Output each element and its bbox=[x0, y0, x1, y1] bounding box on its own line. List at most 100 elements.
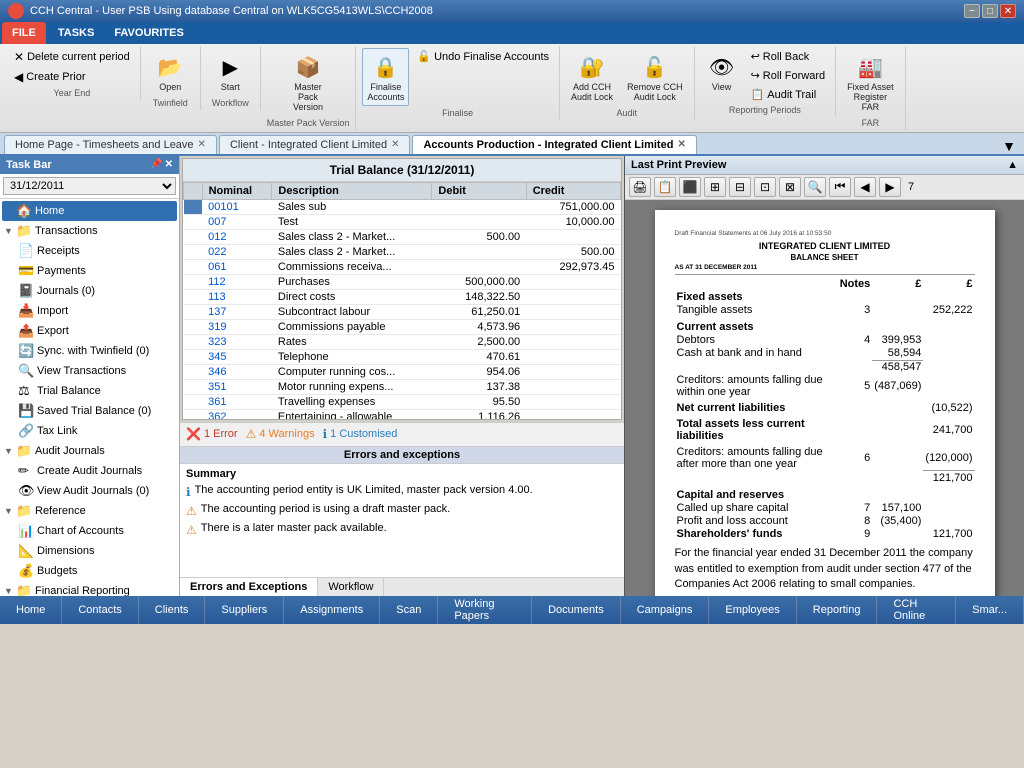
taskbar-cch-online[interactable]: CCH Online bbox=[877, 596, 956, 624]
nominal-link[interactable]: 061 bbox=[208, 261, 226, 273]
sidebar-item-view-transactions[interactable]: 🔍 View Transactions bbox=[16, 361, 177, 381]
description-cell: Sales class 2 - Market... bbox=[272, 244, 432, 259]
errors-tab-workflow[interactable]: Workflow bbox=[318, 578, 384, 596]
sidebar-item-payments[interactable]: 💳 Payments bbox=[16, 261, 177, 281]
tab-accounts-close[interactable]: ✕ bbox=[677, 139, 685, 150]
nominal-link[interactable]: 345 bbox=[208, 351, 226, 363]
preview-print-button[interactable]: 🖨 bbox=[629, 177, 651, 197]
table-row: 00101Sales sub751,000.00 bbox=[184, 199, 621, 214]
sidebar-item-create-audit[interactable]: ✏ Create Audit Journals bbox=[16, 461, 177, 481]
nominal-link[interactable]: 323 bbox=[208, 336, 226, 348]
preview-prev-page-button[interactable]: ◀ bbox=[854, 177, 876, 197]
sidebar-item-tax-link[interactable]: 🔗 Tax Link bbox=[16, 421, 177, 441]
nominal-link[interactable]: 112 bbox=[208, 276, 226, 288]
tab-home-timesheets[interactable]: Home Page - Timesheets and Leave ✕ bbox=[4, 135, 217, 154]
tab-home-close[interactable]: ✕ bbox=[198, 139, 206, 150]
sidebar-item-receipts[interactable]: 📄 Receipts bbox=[16, 241, 177, 261]
sidebar-item-audit-journals[interactable]: ▼ 📁 Audit Journals bbox=[2, 441, 177, 461]
finalise-accounts-button[interactable]: 🔒 FinaliseAccounts bbox=[362, 48, 409, 106]
taskbar-home[interactable]: Home bbox=[0, 596, 62, 624]
taskbar-reporting[interactable]: Reporting bbox=[797, 596, 878, 624]
preview-tool-btn-6[interactable]: ⊡ bbox=[754, 177, 776, 197]
menu-favourites[interactable]: FAVOURITES bbox=[104, 22, 193, 44]
preview-tool-btn-3[interactable]: ⬛ bbox=[679, 177, 701, 197]
sidebar-item-transactions[interactable]: ▼ 📁 Transactions bbox=[2, 221, 177, 241]
taskbar-contacts[interactable]: Contacts bbox=[62, 596, 138, 624]
sidebar-item-view-audit[interactable]: 👁 View Audit Journals (0) bbox=[16, 481, 177, 501]
menu-file[interactable]: FILE bbox=[2, 22, 46, 44]
tab-client[interactable]: Client - Integrated Client Limited ✕ bbox=[219, 135, 411, 154]
window-controls[interactable]: − □ ✕ bbox=[964, 4, 1016, 18]
taskbar-assignments[interactable]: Assignments bbox=[284, 596, 380, 624]
far-button[interactable]: 🏭 Fixed AssetRegisterFAR bbox=[842, 48, 899, 116]
nominal-link[interactable]: 137 bbox=[208, 306, 226, 318]
nominal-link[interactable]: 351 bbox=[208, 381, 226, 393]
warning-status: ⚠ 4 Warnings bbox=[246, 427, 315, 441]
sidebar-item-journals[interactable]: 📓 Journals (0) bbox=[16, 281, 177, 301]
nominal-link[interactable]: 022 bbox=[208, 246, 226, 258]
sidebar-item-budgets[interactable]: 💰 Budgets bbox=[16, 561, 177, 581]
remove-audit-lock-button[interactable]: 🔓 Remove CCHAudit Lock bbox=[622, 48, 688, 106]
open-button[interactable]: 📂 Open bbox=[149, 48, 191, 96]
taskbar-working-papers[interactable]: Working Papers bbox=[438, 596, 532, 624]
nominal-link[interactable]: 362 bbox=[208, 411, 226, 419]
sidebar-item-sync[interactable]: 🔄 Sync. with Twinfield (0) bbox=[16, 341, 177, 361]
sidebar-item-financial-reporting[interactable]: ▼ 📁 Financial Reporting bbox=[2, 581, 177, 596]
close-button[interactable]: ✕ bbox=[1000, 4, 1016, 18]
preview-zoom-in-button[interactable]: 🔍 bbox=[804, 177, 826, 197]
preview-tool-btn-7[interactable]: ⊠ bbox=[779, 177, 801, 197]
preview-next-page-button[interactable]: ▶ bbox=[879, 177, 901, 197]
audit-trail-button[interactable]: 📋 Audit Trail bbox=[747, 86, 830, 103]
sidebar-item-import[interactable]: 📥 Import bbox=[16, 301, 177, 321]
minimize-button[interactable]: − bbox=[964, 4, 980, 18]
menu-tasks[interactable]: TASKS bbox=[48, 22, 104, 44]
sidebar-pin-icon[interactable]: 📌 bbox=[150, 159, 162, 170]
roll-forward-button[interactable]: ↪ Roll Forward bbox=[747, 67, 830, 84]
taskbar-scan[interactable]: Scan bbox=[380, 596, 438, 624]
sidebar-item-home[interactable]: 🏠 Home bbox=[2, 201, 177, 221]
nominal-link[interactable]: 319 bbox=[208, 321, 226, 333]
preview-tool-btn-4[interactable]: ⊞ bbox=[704, 177, 726, 197]
date-select[interactable]: 31/12/2011 bbox=[3, 177, 176, 195]
trial-balance-table-wrap[interactable]: Nominal Description Debit Credit 00101Sa… bbox=[183, 182, 621, 419]
nominal-link[interactable]: 113 bbox=[208, 291, 226, 303]
undo-finalise-button[interactable]: 🔓 Undo Finalise Accounts bbox=[413, 48, 553, 65]
roll-back-button[interactable]: ↩ Roll Back bbox=[747, 48, 830, 65]
delete-period-button[interactable]: ✕ Delete current period bbox=[10, 48, 134, 66]
tab-client-close[interactable]: ✕ bbox=[391, 139, 399, 150]
sidebar-item-dimensions[interactable]: 📐 Dimensions bbox=[16, 541, 177, 561]
table-row: 112Purchases500,000.00 bbox=[184, 274, 621, 289]
sidebar-close-icon[interactable]: ✕ bbox=[165, 159, 173, 170]
view-button[interactable]: 👁 View bbox=[701, 48, 743, 96]
create-prior-button[interactable]: ◀ Create Prior bbox=[10, 68, 134, 86]
chart-accounts-icon: 📊 bbox=[18, 523, 34, 539]
taskbar-documents[interactable]: Documents bbox=[532, 596, 621, 624]
add-audit-lock-button[interactable]: 🔐 Add CCHAudit Lock bbox=[566, 48, 618, 106]
preview-first-page-button[interactable]: ⏮ bbox=[829, 177, 851, 197]
preview-tool-btn-5[interactable]: ⊟ bbox=[729, 177, 751, 197]
errors-tab-errors[interactable]: Errors and Exceptions bbox=[180, 578, 318, 596]
nominal-link[interactable]: 346 bbox=[208, 366, 226, 378]
sidebar-item-trial-balance[interactable]: ⚖ Trial Balance bbox=[16, 381, 177, 401]
maximize-button[interactable]: □ bbox=[982, 4, 998, 18]
taskbar-suppliers[interactable]: Suppliers bbox=[205, 596, 284, 624]
tab-accounts[interactable]: Accounts Production - Integrated Client … bbox=[412, 135, 696, 154]
taskbar-smar[interactable]: Smar... bbox=[956, 596, 1024, 624]
nominal-link[interactable]: 00101 bbox=[208, 201, 239, 213]
nominal-link[interactable]: 361 bbox=[208, 396, 226, 408]
sidebar-item-reference[interactable]: ▼ 📁 Reference bbox=[2, 501, 177, 521]
nominal-link[interactable]: 007 bbox=[208, 216, 226, 228]
nominal-link[interactable]: 012 bbox=[208, 231, 226, 243]
taskbar-clients[interactable]: Clients bbox=[139, 596, 206, 624]
taskbar-employees[interactable]: Employees bbox=[709, 596, 796, 624]
tabs-collapse-button[interactable]: ▼ bbox=[1002, 138, 1016, 154]
preview-copy-button[interactable]: 📋 bbox=[654, 177, 676, 197]
sidebar-item-saved-trial[interactable]: 💾 Saved Trial Balance (0) bbox=[16, 401, 177, 421]
preview-content[interactable]: Draft Financial Statements at 06 July 20… bbox=[625, 200, 1024, 596]
taskbar-campaigns[interactable]: Campaigns bbox=[621, 596, 710, 624]
preview-expand-icon[interactable]: ▲ bbox=[1007, 159, 1018, 171]
sidebar-item-chart-accounts[interactable]: 📊 Chart of Accounts bbox=[16, 521, 177, 541]
master-pack-button[interactable]: 📦 MasterPackVersion bbox=[287, 48, 329, 116]
start-button[interactable]: ▶ Start bbox=[209, 48, 251, 96]
sidebar-item-export[interactable]: 📤 Export bbox=[16, 321, 177, 341]
